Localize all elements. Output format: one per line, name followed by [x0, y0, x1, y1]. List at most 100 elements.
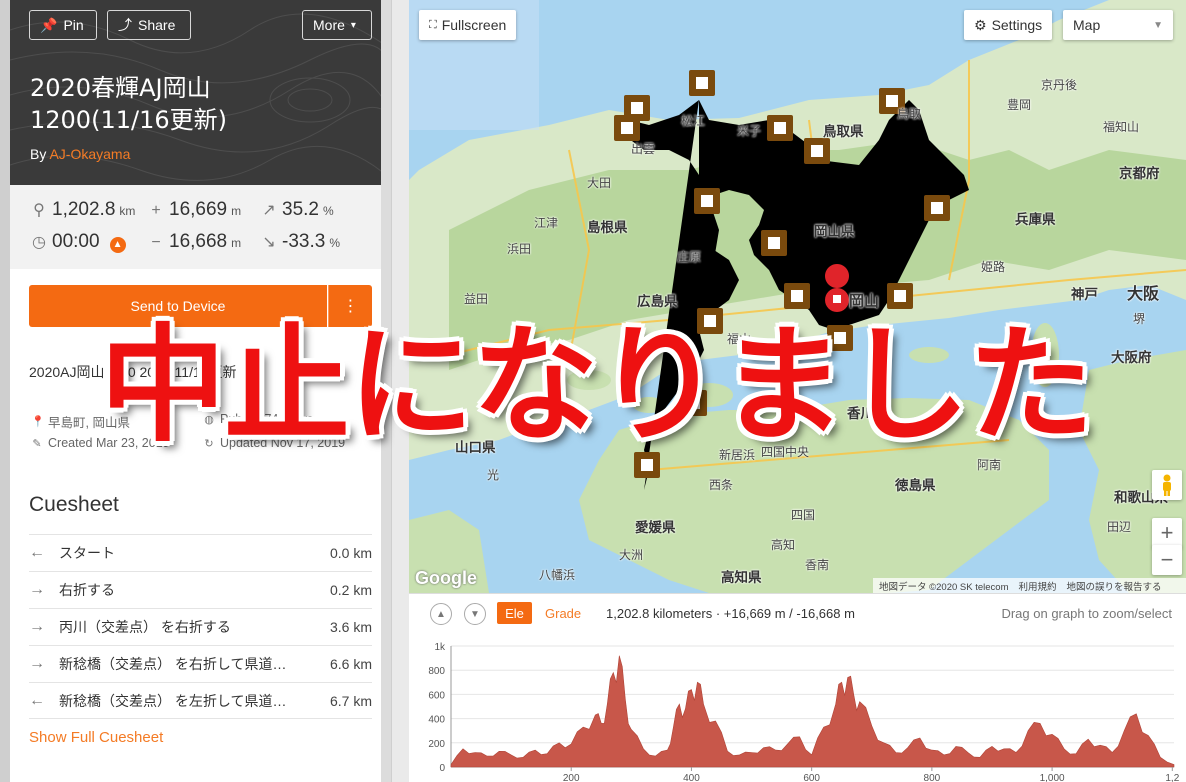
map-label: 京都府: [1119, 166, 1160, 182]
map-label: 広島県: [637, 294, 678, 310]
zoom-out-button[interactable]: −: [1152, 545, 1182, 575]
stat-min-grade: ↘ -33.3%: [260, 231, 340, 253]
chevron-up-icon: ▲: [436, 608, 446, 620]
show-full-cuesheet-link[interactable]: Show Full Cuesheet: [29, 729, 163, 746]
author-link[interactable]: AJ-Okayama: [49, 146, 130, 162]
elevation-y-tick: 600: [428, 690, 445, 701]
share-label: Share: [138, 17, 176, 33]
arrow-right-icon: →: [29, 581, 45, 598]
minus-icon: −: [151, 234, 161, 251]
route-title: 2020春輝AJ岡山 1200(11/16更新): [30, 72, 330, 136]
elevation-summary: 1,202.8 kilometers · +16,669 m / -16,668…: [606, 606, 855, 621]
map-label: 江津: [534, 216, 559, 230]
cue-row[interactable]: ← スタート 0.0 km: [29, 534, 372, 571]
map-label: 徳島県: [895, 478, 936, 494]
map-label: 出雲: [631, 142, 656, 156]
map-label: 京丹後: [1041, 78, 1078, 92]
terms-link[interactable]: 利用規約: [1019, 579, 1057, 593]
map-label: 鳥取県: [823, 124, 864, 140]
map-label: 鳥取: [897, 107, 922, 121]
stat-distance: ⚲ 1,202.8 km: [30, 199, 135, 221]
route-title-line1: 2020春輝AJ岡山: [30, 74, 211, 102]
caret-down-icon: ▼: [1153, 19, 1163, 31]
chevron-down-icon: ▼: [470, 608, 480, 620]
toggle-pace-icon[interactable]: ▲: [109, 237, 126, 253]
elevation-collapse-button[interactable]: ▲: [430, 603, 452, 625]
minus-icon: −: [1160, 547, 1174, 572]
tab-elevation[interactable]: Ele: [497, 602, 532, 624]
by-label: By: [30, 146, 47, 162]
elevation-y-tick: 400: [428, 715, 445, 726]
route-distance-icon: ⚲: [33, 202, 45, 219]
map-label: 田辺: [1107, 520, 1132, 534]
route-stats: ⚲ 1,202.8 km + 16,669 m ↗ 35.2% ◷ 00:00 ▲ …: [10, 185, 391, 269]
map-label: 米子: [737, 124, 762, 138]
elevation-y-tick: 0: [439, 763, 445, 774]
map-label: 松江: [681, 114, 706, 128]
cue-row[interactable]: → 右折する 0.2 km: [29, 571, 372, 608]
arrow-right-icon: →: [29, 618, 45, 635]
chevron-down-icon: ▾: [350, 19, 356, 31]
map-label: 岡山県: [814, 224, 855, 240]
fullscreen-button[interactable]: ⛶ Fullscreen: [419, 10, 517, 40]
pencil-icon: ✎: [32, 437, 42, 450]
map-label: 四国: [791, 508, 816, 522]
google-logo: Google: [415, 568, 477, 588]
tab-grade[interactable]: Grade: [545, 606, 581, 621]
elevation-y-tick: 200: [428, 739, 445, 750]
map-label: 福知山: [1103, 120, 1140, 134]
map-label: 大田: [587, 176, 612, 190]
more-label: More: [313, 17, 345, 33]
pin-button[interactable]: 📌 Pin: [29, 10, 97, 40]
gear-icon: ⚙: [974, 16, 987, 33]
plus-icon: +: [1160, 520, 1174, 545]
map-label: 豊岡: [1007, 98, 1032, 112]
map-type-select[interactable]: Map ▼: [1063, 10, 1173, 40]
arrow-right-icon: →: [29, 655, 45, 672]
start-pin-square: [833, 295, 841, 303]
arrow-left-icon: ←: [29, 692, 45, 709]
map-label: 浜田: [507, 242, 532, 256]
elevation-x-tick: 600: [803, 773, 820, 782]
elevation-x-tick: 200: [563, 773, 580, 782]
stat-duration: ◷ 00:00 ▲: [30, 231, 126, 253]
elevation-x-tick: 800: [924, 773, 941, 782]
share-icon: ⤴: [118, 17, 132, 33]
share-button[interactable]: ⤴ Share: [107, 10, 191, 40]
sidebar-edge: [0, 0, 10, 782]
map-label: 八幡浜: [539, 568, 576, 582]
cuesheet-divider: [29, 718, 372, 719]
plus-icon: +: [151, 202, 161, 219]
route-title-line2: 1200(11/16更新): [30, 106, 227, 134]
map-label: 大阪: [1127, 284, 1160, 303]
zoom-in-button[interactable]: +: [1152, 518, 1182, 548]
elevation-x-tick: 1,000: [1040, 773, 1065, 782]
map-label: 庄原: [677, 250, 702, 264]
stat-elevation-gain: + 16,669 m: [147, 199, 241, 221]
map-label: 光: [487, 468, 500, 482]
map-label: 益田: [464, 292, 489, 306]
cue-row[interactable]: → 新稔橋（交差点） を右折して県道… 6.6 km: [29, 645, 372, 682]
stat-max-grade: ↗ 35.2%: [260, 199, 333, 221]
map-label: 香南: [805, 558, 830, 572]
route-map[interactable]: 京丹後 豊岡 鳥取県 鳥取 米子 松江 出雲 大田 島根県 江津 浜田 益田 庄…: [409, 0, 1186, 593]
pin-icon: 📌: [40, 16, 58, 33]
map-attribution: 地図データ ©2020 SK telecom 利用規約 地図の誤りを報告する: [873, 578, 1186, 593]
map-label: 高知: [771, 538, 796, 552]
map-label: 神戸: [1071, 287, 1098, 303]
map-label: 西条: [709, 478, 734, 492]
more-button[interactable]: More ▾: [302, 10, 372, 40]
route-header: 📌 Pin ⤴ Share More ▾ 2020春輝AJ岡山 1200(11/…: [10, 0, 391, 185]
street-view-pegman-icon[interactable]: [1152, 470, 1182, 500]
cue-row[interactable]: ← 新稔橋（交差点） を左折して県道… 6.7 km: [29, 682, 372, 719]
elevation-expand-button[interactable]: ▼: [464, 603, 486, 625]
arrow-down-right-icon: ↘: [262, 234, 276, 251]
report-error-link[interactable]: 地図の誤りを報告する: [1067, 579, 1162, 593]
arrow-left-icon: ←: [29, 544, 45, 561]
map-pin-icon: 📍: [31, 416, 45, 428]
cue-row[interactable]: → 丙川（交差点） を右折する 3.6 km: [29, 608, 372, 645]
map-label: 島根県: [587, 220, 628, 236]
map-settings-button[interactable]: ⚙ Settings: [964, 10, 1053, 40]
clock-icon: ◷: [32, 234, 46, 251]
map-label: 兵庫県: [1015, 212, 1056, 228]
